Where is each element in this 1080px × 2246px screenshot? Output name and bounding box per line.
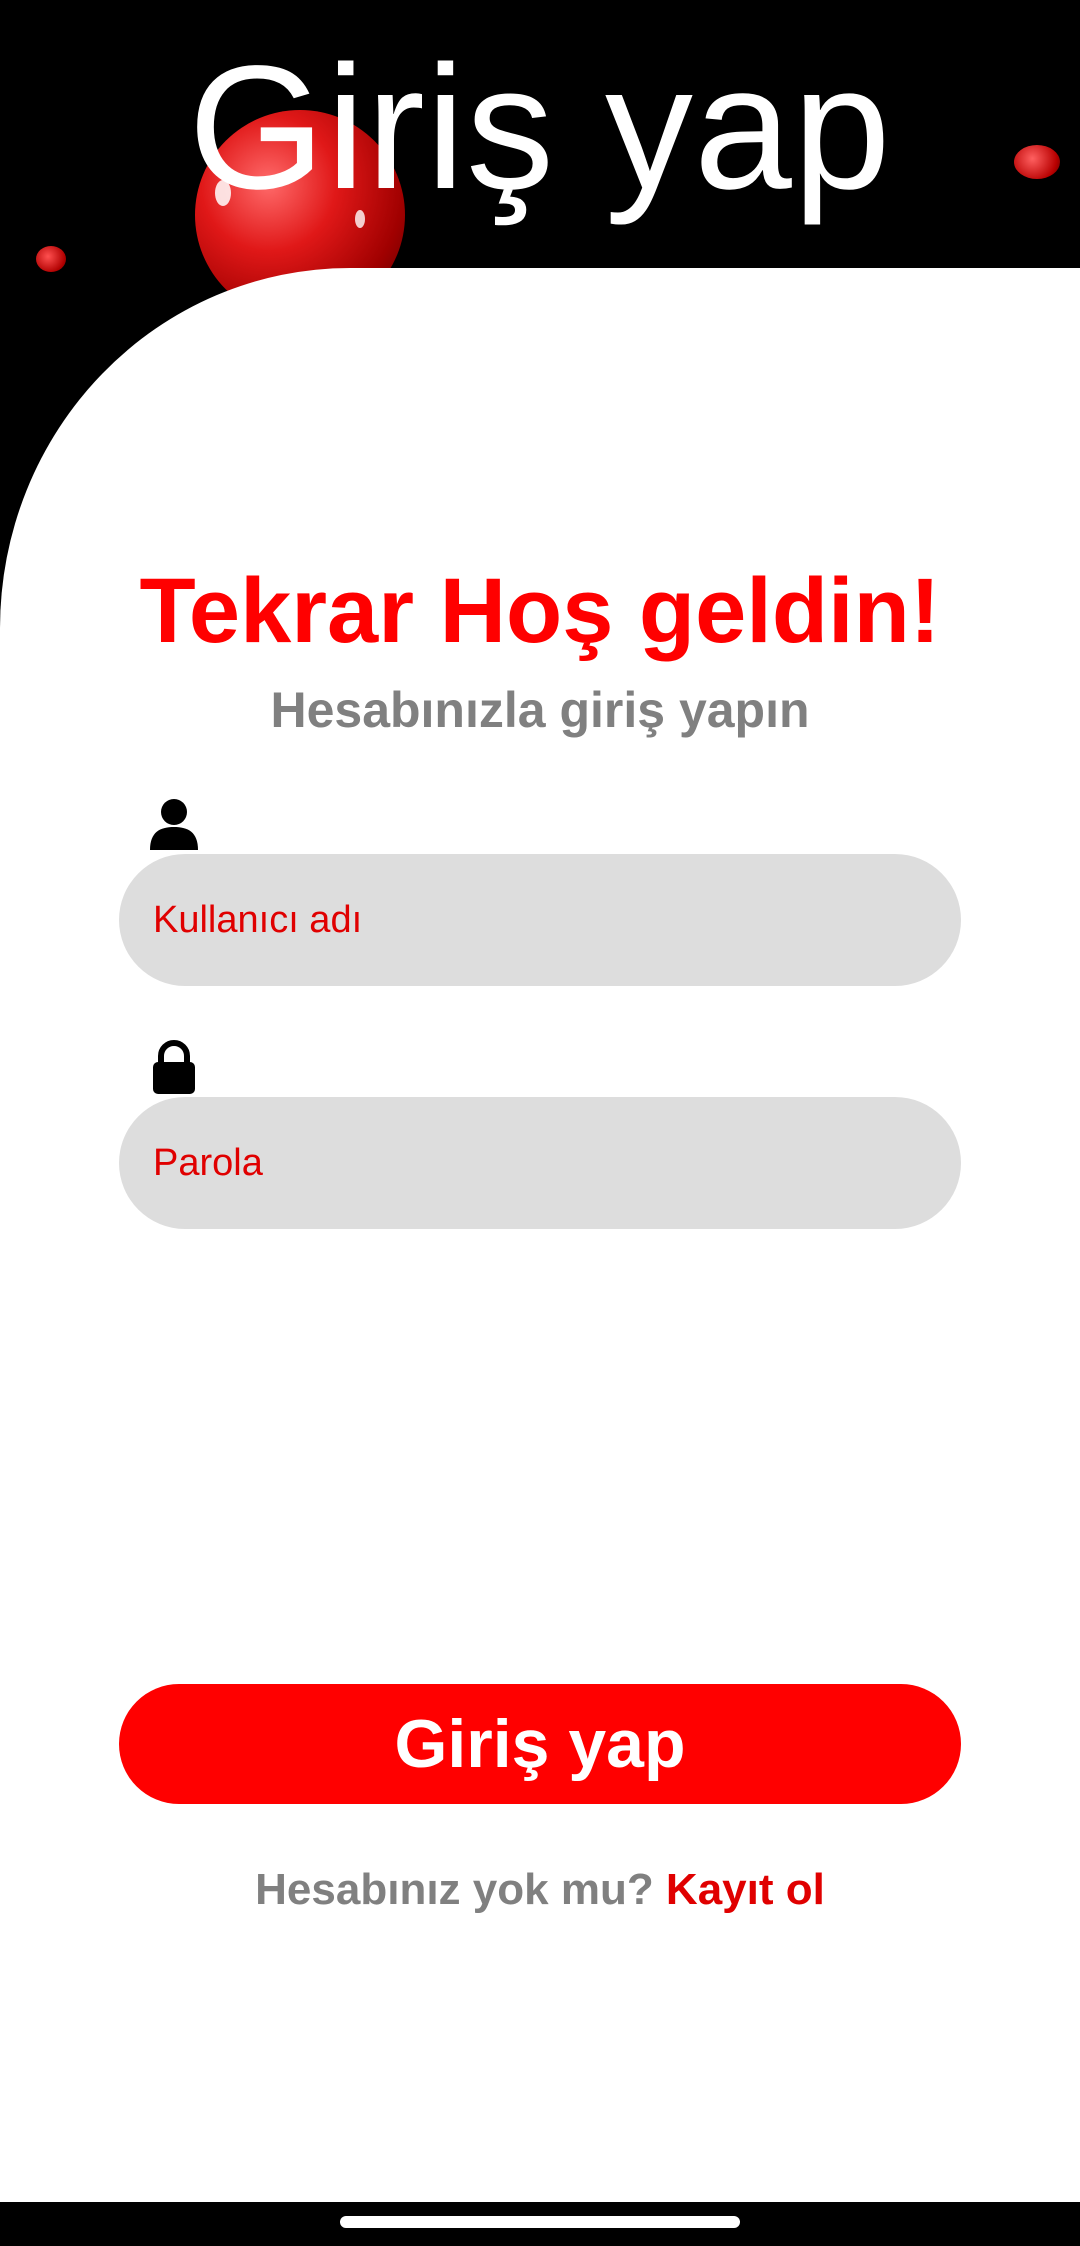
header: Giriş yap — [0, 0, 1080, 300]
welcome-subtitle: Hesabınızla giriş yapın — [270, 682, 810, 738]
home-indicator[interactable] — [340, 2216, 740, 2228]
username-input[interactable] — [119, 854, 961, 986]
header-title: Giriş yap — [188, 30, 892, 226]
password-input[interactable] — [119, 1097, 961, 1229]
signup-prompt: Hesabınız yok mu? — [255, 1865, 666, 1914]
welcome-title: Tekrar Hoş geldin! — [139, 560, 941, 662]
red-droplet-image — [36, 246, 66, 272]
signup-row: Hesabınız yok mu? Kayıt ol — [0, 1858, 1080, 1922]
login-button[interactable]: Giriş yap — [119, 1684, 961, 1804]
system-navigation-bar — [0, 2202, 1080, 2246]
lock-icon — [153, 1040, 195, 1094]
person-icon — [150, 799, 198, 850]
signup-link[interactable]: Kayıt ol — [666, 1865, 825, 1914]
